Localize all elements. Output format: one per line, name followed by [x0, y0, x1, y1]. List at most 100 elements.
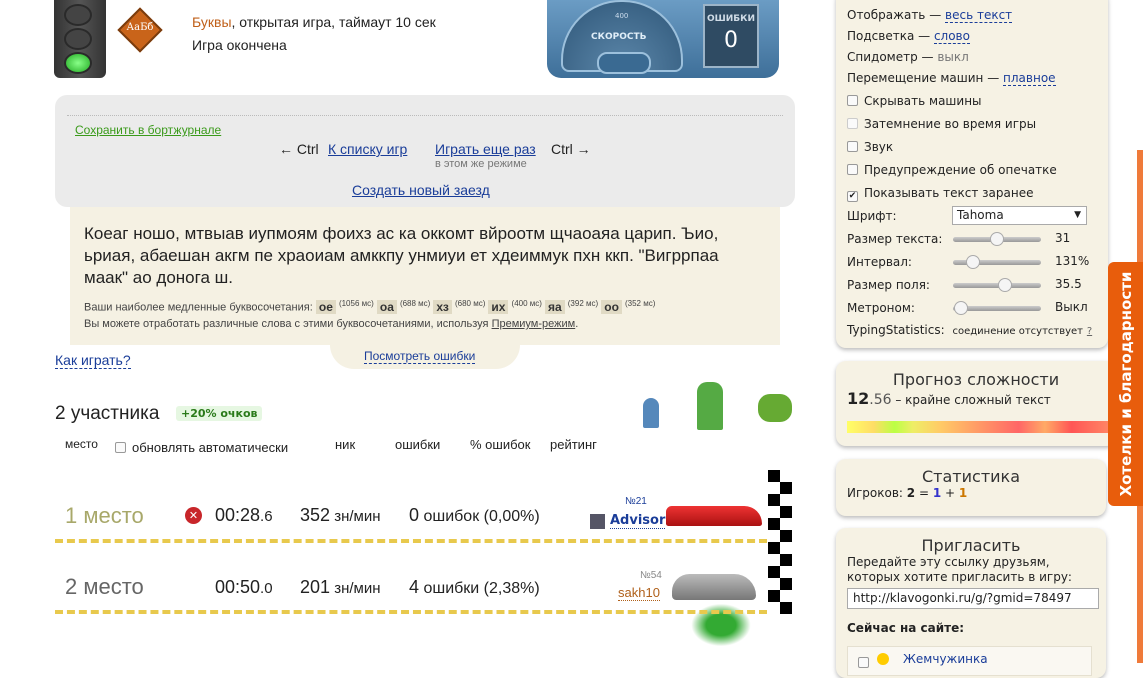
replay-subtitle: в этом же режиме — [435, 158, 527, 170]
text: 0 — [409, 505, 420, 525]
game-list-link[interactable]: К списку игр — [328, 141, 407, 157]
errors: 4 ошибки (2,38%) — [409, 577, 540, 598]
text: 00:28 — [215, 505, 261, 525]
field-size-slider[interactable] — [953, 278, 1041, 292]
highlight-setting: Подсветка — слово — [847, 29, 970, 44]
hide-cars-checkbox[interactable]: Скрывать машины — [847, 94, 982, 108]
badge-text: АаБб — [126, 22, 154, 33]
text: Показывать текст заранее — [864, 186, 1034, 200]
slider-label: Интервал: — [847, 255, 912, 269]
place: 1 место — [65, 503, 144, 528]
car-movement-setting: Перемещение машин — плавное — [847, 71, 1056, 86]
tick-400: 400 — [615, 12, 629, 20]
text-size-slider[interactable] — [953, 232, 1041, 246]
text: Отображать — — [847, 8, 946, 22]
text: .6 — [260, 508, 273, 525]
car-icon — [672, 574, 756, 600]
slider-label: Метроном: — [847, 301, 915, 315]
col-errors: ошибки — [395, 437, 441, 452]
premium-hint: Вы можете отработать различные слова с э… — [84, 318, 578, 330]
race-text: Коеаг ношо, мтвыав иупмоям фоихз ас ка о… — [84, 224, 719, 287]
col-rating: рейтинг — [550, 437, 597, 452]
col-place: место — [65, 437, 98, 451]
invite-url-field[interactable]: http://klavogonki.ru/g/?gmid=78497 — [847, 588, 1099, 609]
player-nick[interactable]: sakh10 — [618, 585, 660, 601]
leave-icon[interactable]: ✕ — [185, 507, 202, 524]
speed-label: СКОРОСТЬ — [591, 32, 647, 42]
font-select[interactable]: Tahoma ▼ — [952, 206, 1087, 225]
typo-warning-checkbox[interactable]: Предупреждение об опечатке — [847, 163, 1057, 177]
speed-display — [597, 52, 651, 74]
text: 12 — [847, 389, 870, 408]
combo: ое — [315, 299, 336, 314]
metronome-value: Выкл — [1055, 300, 1088, 314]
combo: яа — [545, 299, 565, 314]
speedometer-value[interactable]: выкл — [937, 50, 968, 64]
text: ошибок (0,00%) — [419, 508, 540, 525]
premium-link[interactable]: Премиум-режим — [492, 318, 576, 330]
feedback-tab[interactable]: Хотелки и благодарности — [1108, 262, 1143, 506]
text: Предупреждение об опечатке — [864, 163, 1057, 177]
time: 00:28.6 — [215, 505, 273, 526]
metronome-slider[interactable] — [953, 301, 1041, 315]
game-status: Игра окончена — [192, 37, 287, 53]
players-count: Игроков: 2 = 1 + 1 — [847, 486, 1106, 500]
auto-update-checkbox[interactable]: обновлять автоматически — [115, 440, 288, 455]
dim-during-game-checkbox[interactable]: Затемнение во время игры — [847, 117, 1036, 131]
display-value[interactable]: весь текст — [945, 8, 1013, 23]
invite-text: Передайте эту ссылку друзьям, которых хо… — [847, 555, 1072, 584]
text: 00:50 — [215, 577, 261, 597]
car-movement-value[interactable]: плавное — [1003, 71, 1056, 86]
typing-statistics: TypingStatistics: соединение отсутствует… — [847, 323, 1092, 337]
text: = — [915, 486, 933, 500]
text: ошибки (2,38%) — [419, 580, 540, 597]
online-user[interactable]: Жемчужинка — [903, 652, 988, 666]
errors-value: 0 — [724, 28, 738, 53]
text: 1 — [932, 486, 942, 500]
errors-label: ОШИБКИ — [706, 14, 756, 24]
text: 352 — [300, 505, 331, 525]
statistics-panel: Статистика Игроков: 2 = 1 + 1 — [836, 459, 1106, 516]
save-to-log-link[interactable]: Сохранить в бортжурнале — [75, 123, 221, 137]
avatar — [590, 514, 605, 529]
view-errors-link[interactable]: Посмотреть ошибки — [364, 349, 476, 364]
text: Звук — [864, 140, 894, 154]
text: .56 — [869, 392, 892, 408]
premium-text: Вы можете отработать различные слова с э… — [84, 318, 492, 330]
invite-title: Пригласить — [921, 536, 1021, 555]
replay-link[interactable]: Играть еще раз — [435, 141, 536, 157]
text: 1 — [958, 486, 968, 500]
text: зн/мин — [330, 580, 381, 597]
sound-checkbox[interactable]: Звук — [847, 140, 893, 154]
feedback-tab-label: Хотелки и благодарности — [1117, 271, 1135, 497]
prev-hint: ← Ctrl — [279, 141, 319, 157]
help-link[interactable]: ? — [1087, 326, 1092, 337]
participants-title: 2 участника — [55, 403, 160, 424]
combo-time: (392 мс) — [567, 299, 599, 308]
errors: 0 ошибок (0,00%) — [409, 505, 540, 526]
user-icon — [877, 653, 889, 665]
show-text-early-checkbox[interactable]: ✔ Показывать текст заранее — [847, 186, 1033, 202]
player-rank: №21 — [625, 496, 647, 507]
difficulty-title: Прогноз сложности — [892, 370, 1060, 389]
speed: 201 зн/мин — [300, 577, 381, 598]
spectators-group-icon — [697, 382, 723, 430]
game-info: Буквы, открытая игра, таймаут 10 сек — [192, 14, 436, 30]
new-race-link[interactable]: Создать новый заезд — [352, 182, 490, 198]
lane-divider — [55, 539, 767, 543]
speedometer-setting: Спидометр — выкл — [847, 50, 969, 64]
text: TypingStatistics: — [847, 323, 945, 337]
text: Скрывать машины — [864, 94, 982, 108]
display-setting: Отображать — весь текст — [847, 8, 1013, 23]
text: .0 — [260, 580, 273, 597]
field-size-value: 35.5 — [1055, 277, 1082, 291]
statistics-title: Статистика — [922, 467, 1020, 486]
interval-slider[interactable] — [953, 255, 1041, 269]
player-nick[interactable]: Advisor — [610, 513, 666, 529]
highlight-value[interactable]: слово — [933, 29, 970, 44]
auto-update-label: обновлять автоматически — [132, 440, 289, 455]
combo-time: (352 мс) — [624, 299, 656, 308]
text-size-value: 31 — [1055, 231, 1071, 245]
how-to-play-link[interactable]: Как играть? — [55, 352, 131, 369]
text: Перемещение машин — — [847, 71, 1004, 85]
